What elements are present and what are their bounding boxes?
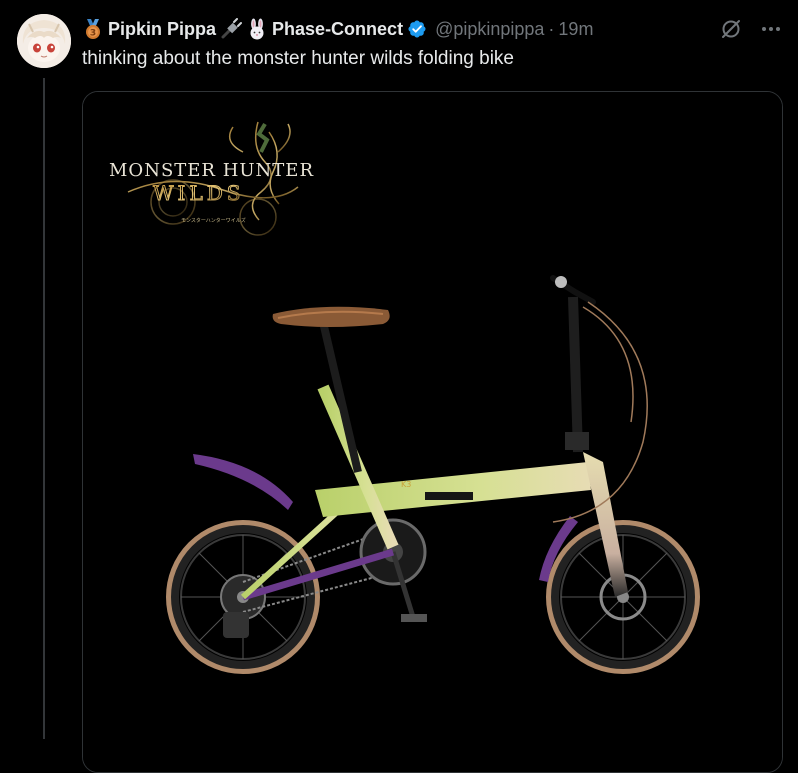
- more-icon[interactable]: [758, 16, 784, 42]
- logo-japanese: モンスターハンターワイルズ: [181, 217, 246, 224]
- plug-icon: [220, 18, 243, 40]
- display-name[interactable]: Pipkin Pippa: [108, 19, 216, 40]
- avatar[interactable]: [17, 14, 71, 68]
- handle[interactable]: @pipkinpippa: [435, 19, 544, 40]
- separator: ·: [548, 18, 555, 39]
- timestamp[interactable]: 19m: [558, 19, 593, 40]
- svg-text:3: 3: [90, 29, 96, 39]
- header-actions: [718, 16, 784, 42]
- display-name-block[interactable]: 3 Pipkin Pippa Phase-Connect: [82, 18, 403, 40]
- logo-title: MONSTER HUNTER: [109, 160, 314, 181]
- frame-label: K3: [401, 480, 411, 489]
- verified-badge-icon: [407, 19, 427, 39]
- grok-icon[interactable]: [718, 16, 744, 42]
- tweet-text: thinking about the monster hunter wilds …: [82, 48, 514, 69]
- rabbit-icon: [246, 18, 268, 40]
- logo-subtitle-wilds: WILDS: [153, 181, 244, 205]
- affiliation[interactable]: Phase-Connect: [272, 19, 403, 40]
- third-place-medal-icon: 3: [82, 18, 104, 40]
- thread-line: [43, 78, 45, 739]
- tweet-header: 3 Pipkin Pippa Phase-Connect @pipkinpipp…: [82, 17, 782, 41]
- tweet-media-image[interactable]: MONSTER HUNTER WILDS モンスターハンターワイルズ K3: [82, 91, 783, 773]
